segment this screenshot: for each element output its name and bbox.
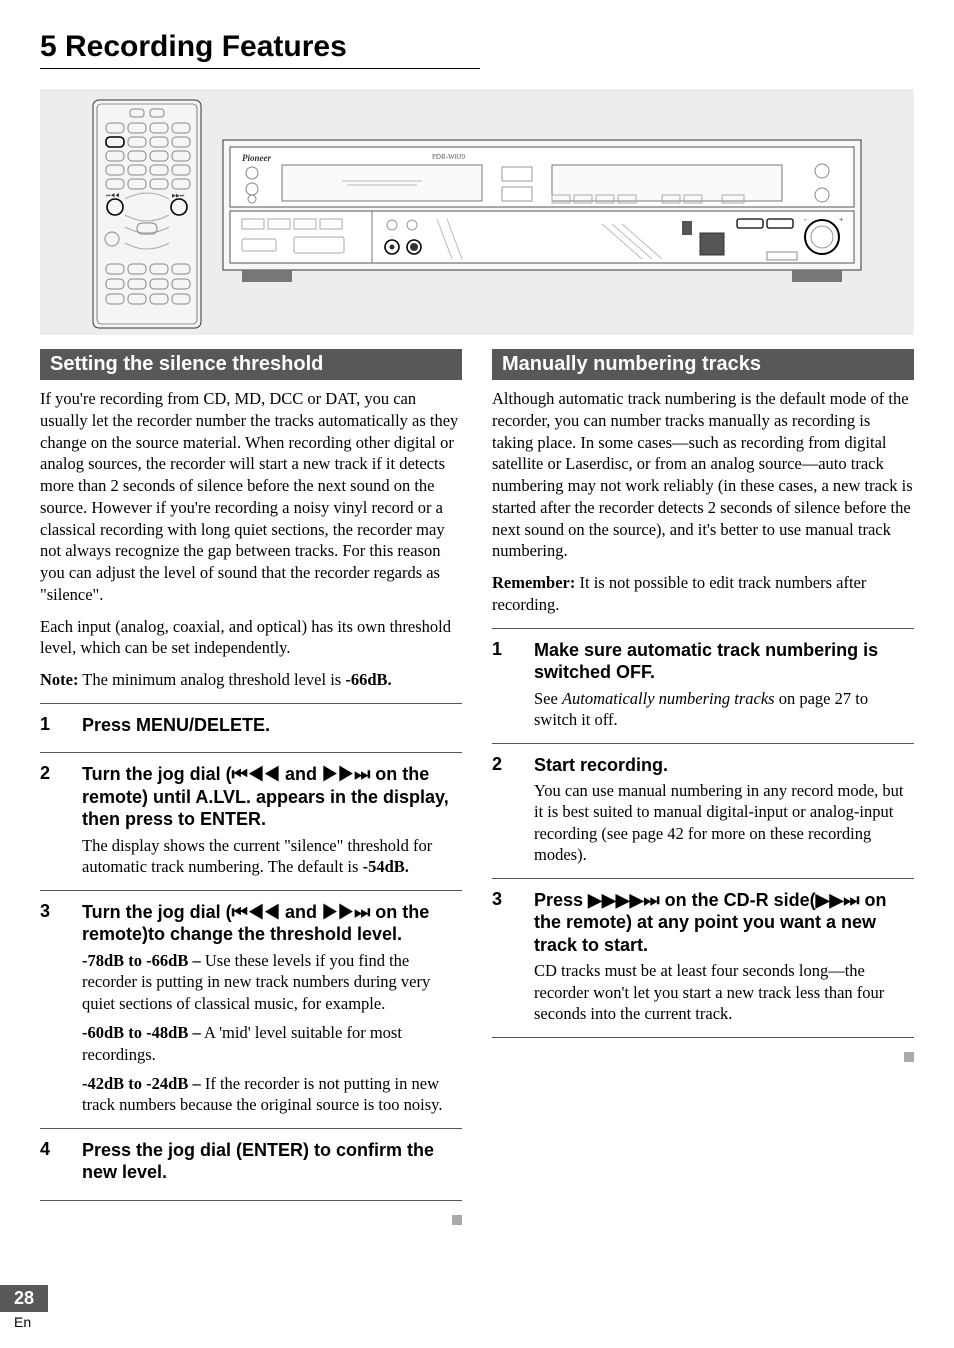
- step-heading: Press MENU/DELETE.: [82, 714, 462, 737]
- note-label: Note:: [40, 670, 78, 689]
- intro-paragraph-1: If you're recording from CD, MD, DCC or …: [40, 388, 462, 606]
- note-text: The minimum analog threshold level is: [78, 670, 345, 689]
- threshold-range-1: -78dB to -66dB – Use these levels if you…: [82, 950, 462, 1014]
- step-number: 4: [40, 1139, 58, 1188]
- step-3: 3 Press ▶▶▶▶⏭ on the CD-R side(▶▶⏭ on th…: [492, 889, 914, 1025]
- step-description: See Automatically numbering tracks on pa…: [534, 688, 914, 731]
- remote-diagram: ⏮◀◀ ▶▶⏭: [92, 99, 202, 329]
- section-header-manual: Manually numbering tracks: [492, 349, 914, 380]
- step-description: You can use manual numbering in any reco…: [534, 780, 914, 866]
- remember-label: Remember:: [492, 573, 575, 592]
- step-number: 1: [40, 714, 58, 741]
- svg-text:⏮◀◀: ⏮◀◀: [106, 193, 119, 199]
- divider: [40, 1128, 462, 1129]
- threshold-range-2: -60dB to -48dB – A 'mid' level suitable …: [82, 1022, 462, 1065]
- diagram-area: ⏮◀◀ ▶▶⏭ Pioneer PDR-W839: [40, 89, 914, 335]
- step-2: 2 Turn the jog dial (⏮◀◀ and ▶▶⏭ on the …: [40, 763, 462, 877]
- left-column: Setting the silence threshold If you're …: [40, 349, 462, 1229]
- range-label: -60dB to -48dB –: [82, 1023, 201, 1042]
- note-paragraph: Note: The minimum analog threshold level…: [40, 669, 462, 691]
- step-number: 2: [492, 754, 510, 866]
- svg-text:+: +: [839, 215, 844, 224]
- model-label: PDR-W839: [432, 153, 466, 161]
- divider: [40, 752, 462, 753]
- svg-text:-: -: [804, 215, 807, 224]
- section-header-silence: Setting the silence threshold: [40, 349, 462, 380]
- step-heading: Make sure automatic track numbering is s…: [534, 639, 914, 684]
- range-label: -42dB to -24dB –: [82, 1074, 201, 1093]
- intro-paragraph: Although automatic track numbering is th…: [492, 388, 914, 562]
- step-number: 2: [40, 763, 58, 877]
- page-footer: 28 En: [0, 1285, 48, 1330]
- step-description: The display shows the current "silence" …: [82, 835, 462, 878]
- brand-label: Pioneer: [242, 153, 271, 163]
- divider: [492, 1037, 914, 1038]
- threshold-range-3: -42dB to -24dB – If the recorder is not …: [82, 1073, 462, 1116]
- right-column: Manually numbering tracks Although autom…: [492, 349, 914, 1229]
- step-3: 3 Turn the jog dial (⏮◀◀ and ▶▶⏭ on the …: [40, 901, 462, 1116]
- note-value: -66dB.: [345, 670, 391, 689]
- step-heading: Press the jog dial (ENTER) to confirm th…: [82, 1139, 462, 1184]
- page-title: 5 Recording Features: [40, 30, 480, 69]
- step-desc-pre: See: [534, 689, 562, 708]
- intro-paragraph-2: Each input (analog, coaxial, and optical…: [40, 616, 462, 660]
- step-heading: Turn the jog dial (⏮◀◀ and ▶▶⏭ on the re…: [82, 763, 462, 831]
- step-description: CD tracks must be at least four seconds …: [534, 960, 914, 1024]
- main-unit-diagram: Pioneer PDR-W839: [222, 139, 862, 289]
- step-4: 4 Press the jog dial (ENTER) to confirm …: [40, 1139, 462, 1188]
- divider: [40, 703, 462, 704]
- step-heading: Turn the jog dial (⏮◀◀ and ▶▶⏭ on the re…: [82, 901, 462, 946]
- divider: [40, 890, 462, 891]
- divider: [40, 1200, 462, 1201]
- step-desc-value: -54dB.: [363, 857, 409, 876]
- page-number: 28: [0, 1285, 48, 1312]
- step-number: 1: [492, 639, 510, 731]
- divider: [492, 743, 914, 744]
- divider: [492, 628, 914, 629]
- section-end-icon: [452, 1215, 462, 1225]
- section-end-icon: [904, 1052, 914, 1062]
- divider: [492, 878, 914, 879]
- step-1: 1 Press MENU/DELETE.: [40, 714, 462, 741]
- range-label: -78dB to -66dB –: [82, 951, 201, 970]
- step-number: 3: [40, 901, 58, 1116]
- step-heading: Start recording.: [534, 754, 914, 777]
- step-number: 3: [492, 889, 510, 1025]
- svg-text:▶▶⏭: ▶▶⏭: [172, 193, 185, 199]
- step-heading: Press ▶▶▶▶⏭ on the CD-R side(▶▶⏭ on the …: [534, 889, 914, 957]
- step-desc-ref: Automatically numbering tracks: [562, 689, 775, 708]
- step-1: 1 Make sure automatic track numbering is…: [492, 639, 914, 731]
- step-2: 2 Start recording. You can use manual nu…: [492, 754, 914, 866]
- remember-paragraph: Remember: It is not possible to edit tra…: [492, 572, 914, 616]
- language-code: En: [14, 1314, 48, 1330]
